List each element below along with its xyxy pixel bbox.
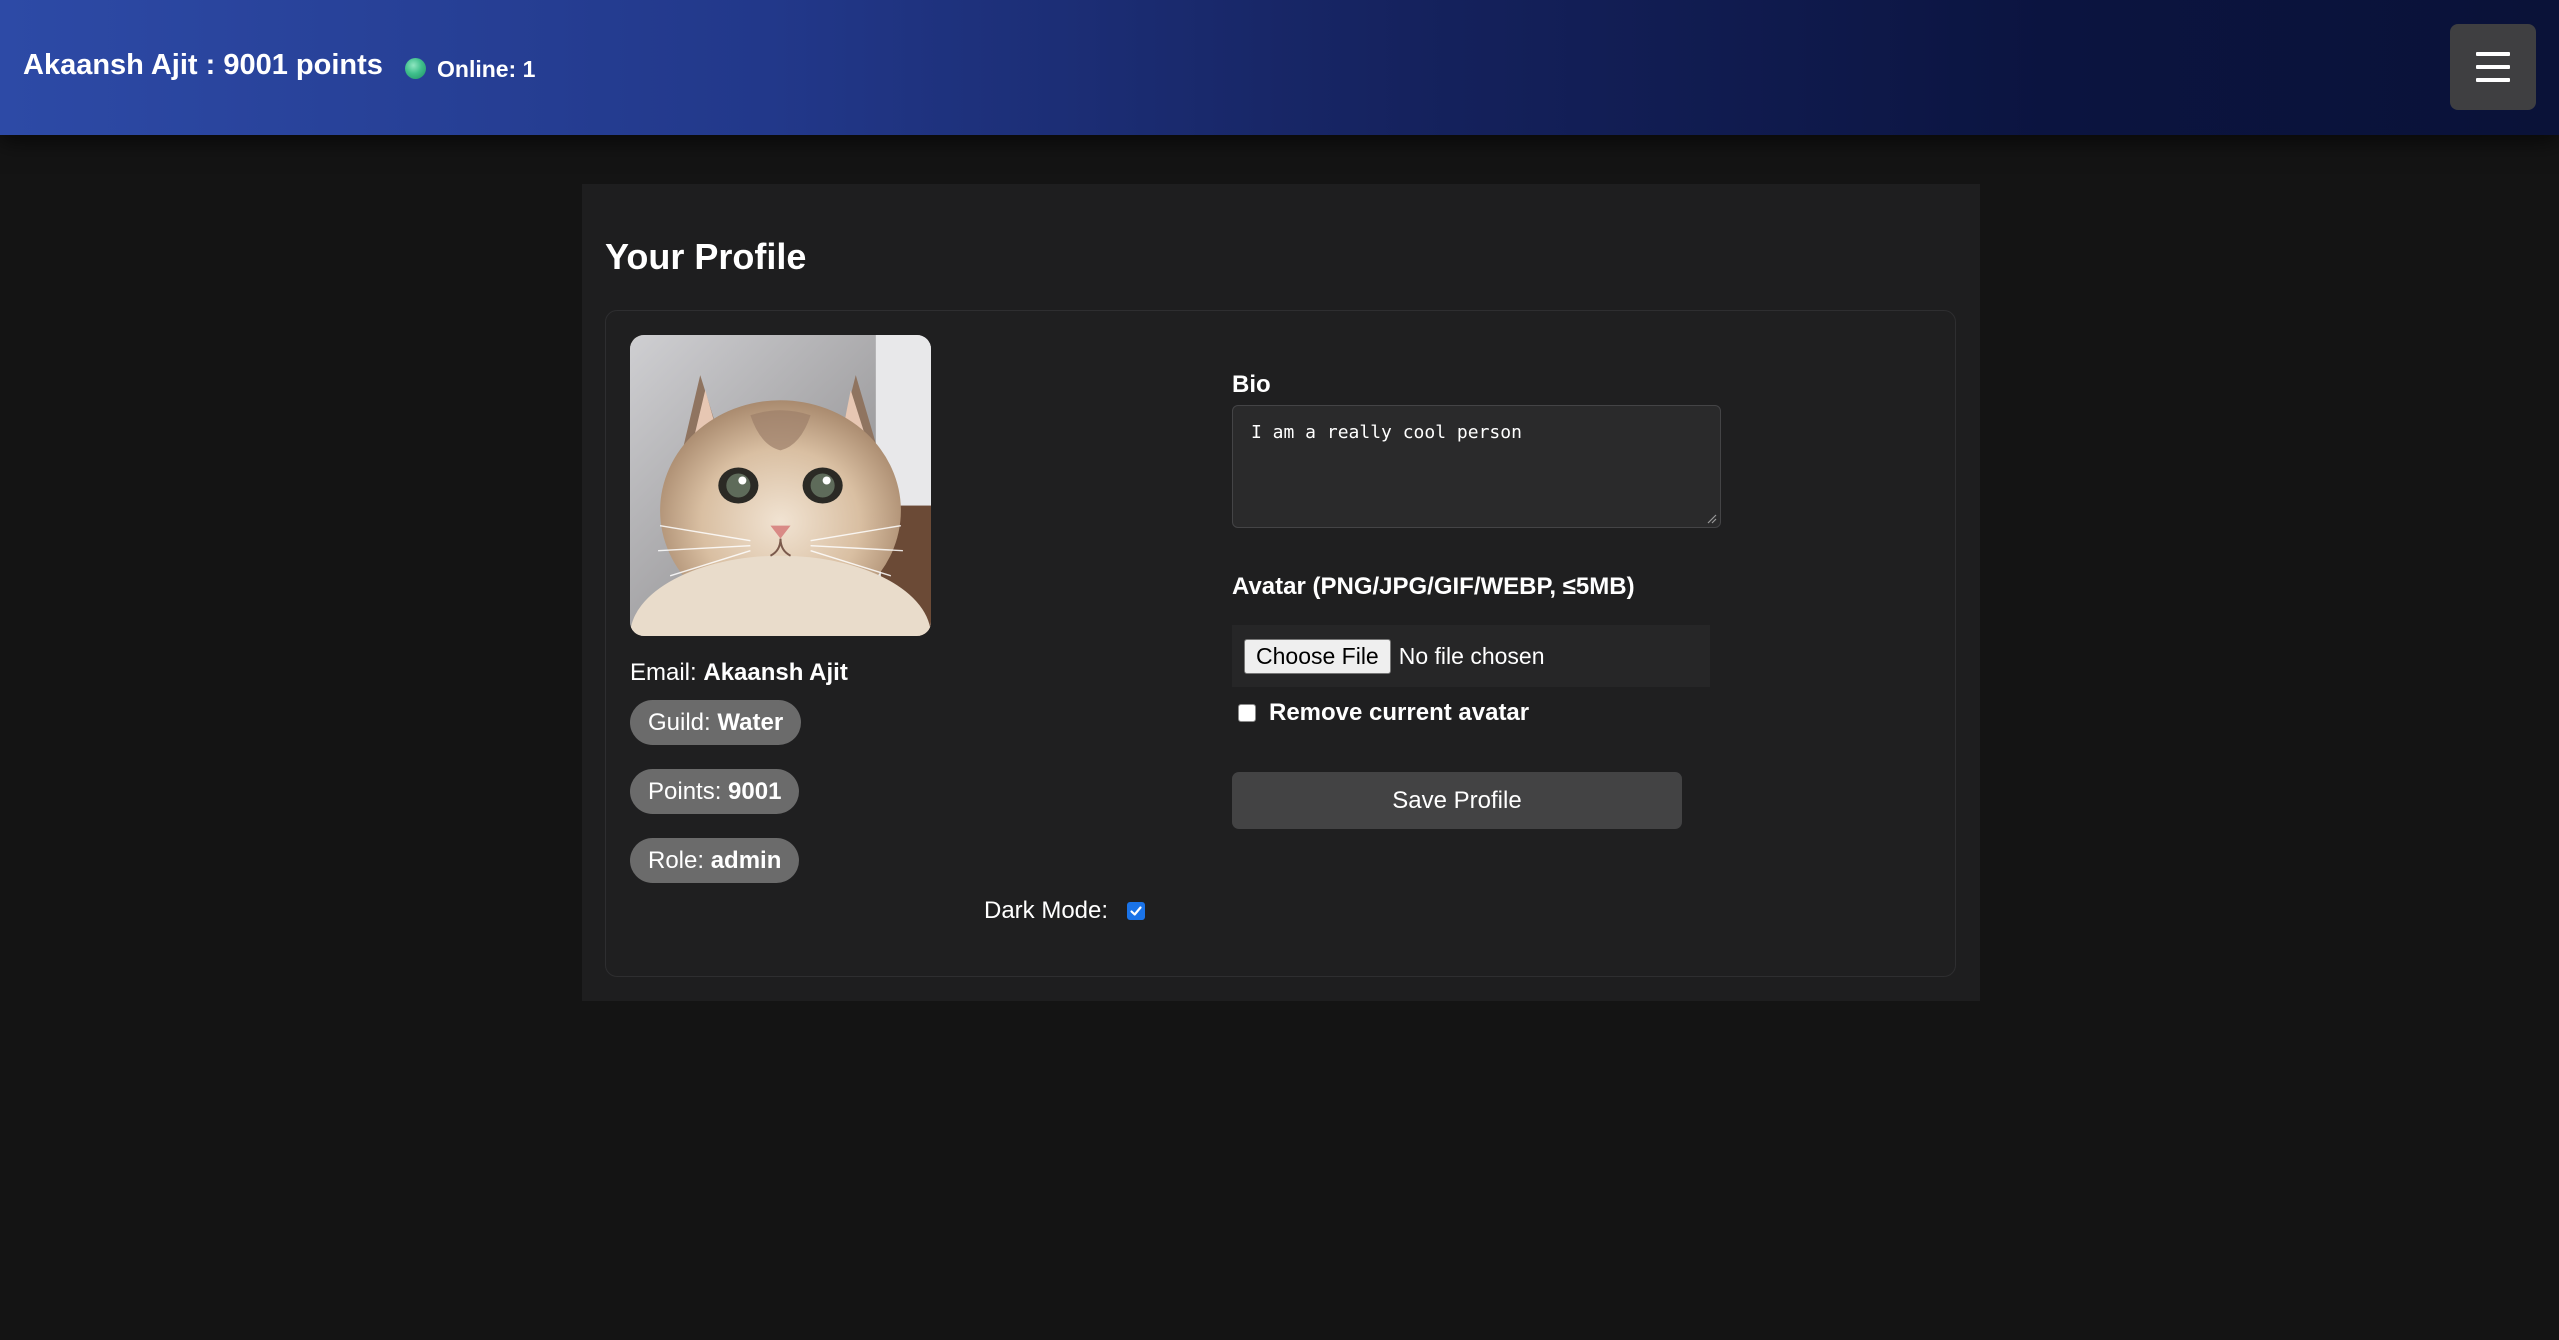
user-points-title: Akaansh Ajit : 9001 points	[23, 49, 383, 81]
remove-avatar-row: Remove current avatar	[1238, 699, 1529, 727]
bio-textarea[interactable]: I am a really cool person	[1232, 405, 1721, 528]
choose-file-button[interactable]: Choose File	[1244, 638, 1391, 674]
email-info: Email: Akaansh Ajit	[630, 659, 848, 687]
top-bar: Akaansh Ajit : 9001 points Online: 1	[0, 0, 2559, 135]
dark-mode-label: Dark Mode:	[984, 897, 1109, 924]
checkmark-icon	[1130, 906, 1142, 916]
guild-value: Water	[717, 709, 784, 736]
role-value: admin	[710, 847, 782, 874]
remove-avatar-checkbox[interactable]	[1238, 704, 1256, 722]
guild-label: Guild:	[648, 709, 718, 736]
role-label: Role:	[648, 847, 711, 874]
email-value: Akaansh Ajit	[703, 659, 848, 686]
profile-card: Email: Akaansh Ajit Guild: Water Points:…	[605, 310, 1956, 977]
page-title: Your Profile	[605, 236, 807, 277]
role-badge: Role: admin	[630, 838, 800, 883]
avatar-upload-label: Avatar (PNG/JPG/GIF/WEBP, ≤5MB)	[1232, 573, 1635, 600]
points-label: Points:	[648, 778, 729, 805]
email-label: Email:	[630, 659, 704, 686]
hamburger-menu-icon	[2476, 52, 2510, 82]
dark-mode-toggle-row: Dark Mode:	[984, 897, 1146, 925]
menu-button[interactable]	[2450, 24, 2536, 110]
guild-badge: Guild: Water	[630, 700, 802, 745]
online-count: Online: 1	[437, 56, 536, 82]
resize-handle-icon[interactable]	[1705, 512, 1717, 524]
dark-mode-checkbox[interactable]	[1127, 902, 1146, 920]
avatar-file-input[interactable]: Choose File No file chosen	[1232, 625, 1710, 687]
profile-panel: Your Profile Email: Akaansh Ajit Guild: …	[582, 184, 1980, 1001]
points-value: 9001	[728, 778, 782, 805]
bio-text: I am a really cool person	[1251, 422, 1522, 443]
online-status-icon	[405, 58, 426, 79]
avatar-image	[630, 335, 931, 636]
remove-avatar-label[interactable]: Remove current avatar	[1269, 699, 1529, 727]
points-badge: Points: 9001	[630, 769, 800, 814]
save-profile-button[interactable]: Save Profile	[1232, 772, 1682, 829]
bio-label: Bio	[1232, 371, 1271, 398]
file-status-text: No file chosen	[1398, 642, 1545, 669]
